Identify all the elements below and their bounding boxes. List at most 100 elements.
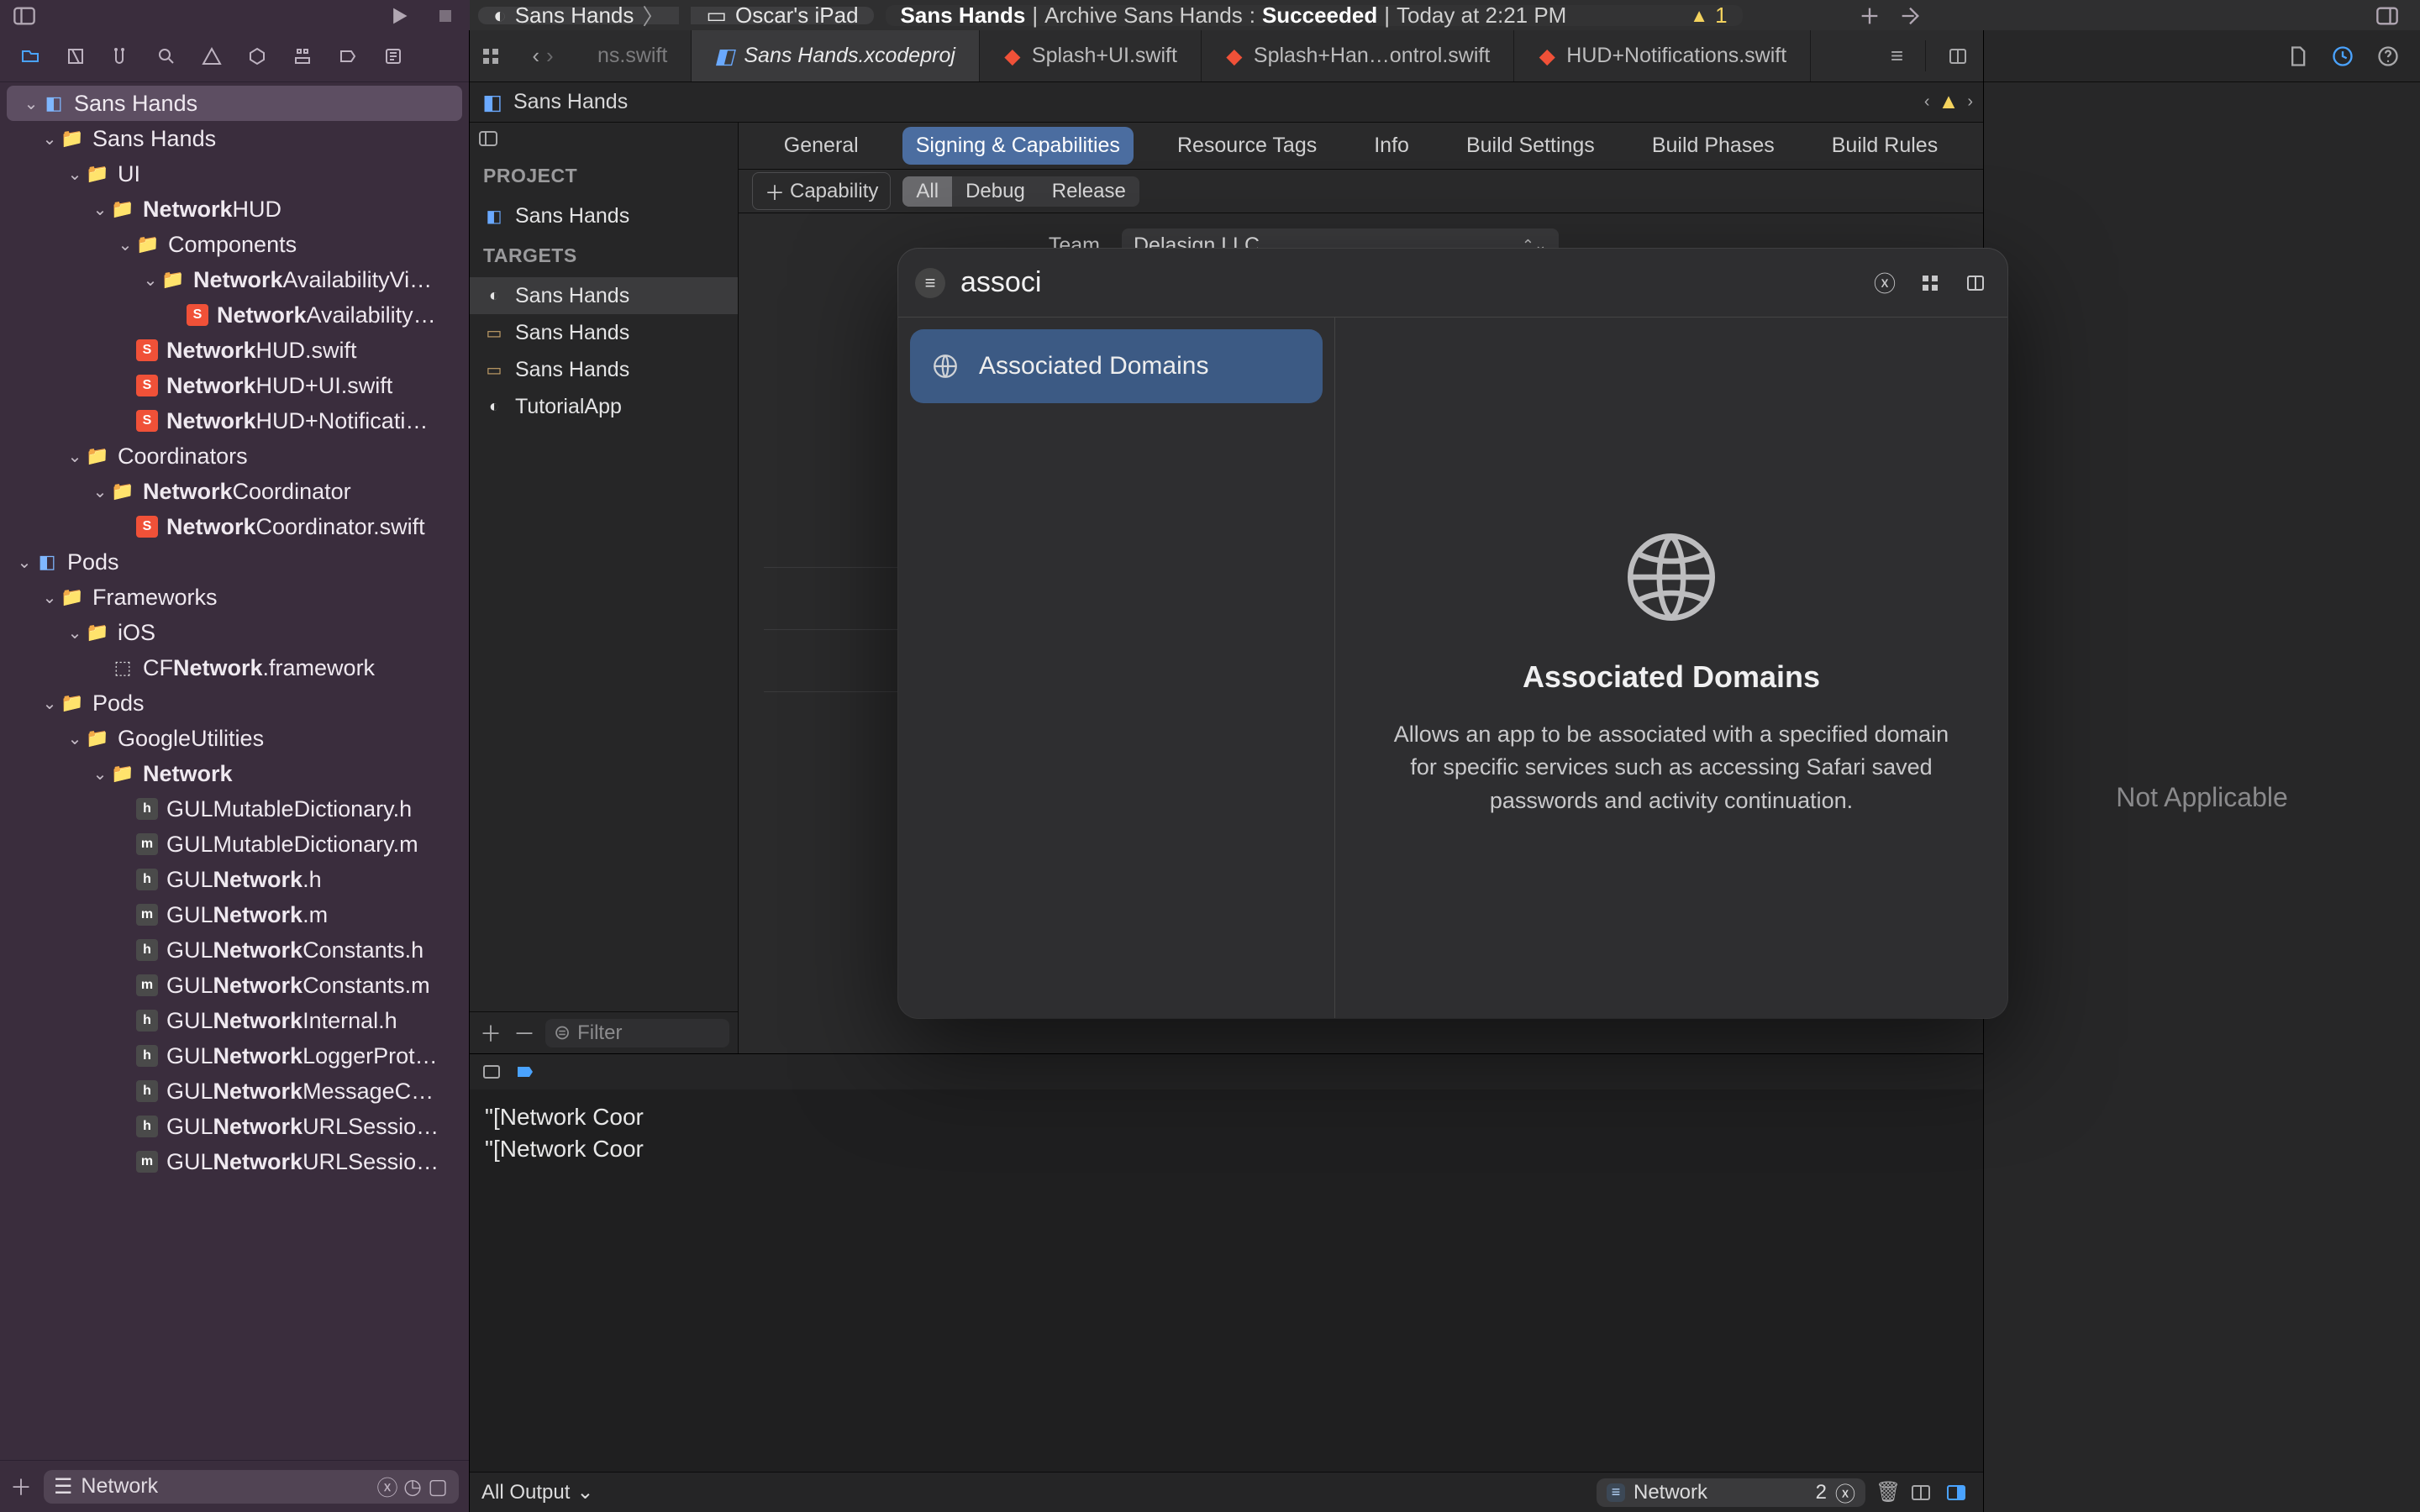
project-nav-icon[interactable] (17, 43, 44, 70)
show-console-icon[interactable] (1946, 1483, 1971, 1503)
popover-back-button[interactable]: ≡ (915, 268, 945, 298)
tree-item[interactable]: ·hGULNetworkURLSessio… (0, 1109, 469, 1144)
tree-item[interactable]: ·SNetworkCoordinator.swift (0, 509, 469, 544)
chevron-left-icon[interactable]: ‹ (1924, 92, 1930, 112)
tree-item[interactable]: ·hGULNetworkLoggerProt… (0, 1038, 469, 1074)
disclosure-icon[interactable]: ⌄ (64, 728, 86, 749)
tree-item[interactable]: ·SNetworkHUD+UI.swift (0, 368, 469, 403)
stop-button[interactable] (431, 2, 460, 30)
capability-search-input[interactable] (960, 266, 1854, 299)
tree-item[interactable]: ⌄📁NetworkAvailabilityVi… (0, 262, 469, 297)
file-tree[interactable]: ⌄◧Sans Hands ⌄📁Sans Hands ⌄📁UI ⌄📁Network… (0, 82, 469, 1460)
tree-item[interactable]: ·⬚CFNetwork.framework (0, 650, 469, 685)
disclosure-icon[interactable]: ⌄ (64, 446, 86, 467)
history-inspector-icon[interactable] (2331, 45, 2354, 68)
activity-status[interactable]: Sans Hands | Archive Sans Hands: Succeed… (886, 5, 1743, 26)
symbol-nav-icon[interactable] (108, 43, 134, 70)
editor-tab[interactable]: ◆HUD+Notifications.swift (1514, 30, 1811, 81)
tree-item[interactable]: ·SNetworkHUD.swift (0, 333, 469, 368)
trash-icon[interactable]: 🗑 (1876, 1480, 1901, 1504)
run-button[interactable] (384, 2, 413, 30)
tree-item[interactable]: ⌄📁GoogleUtilities (0, 721, 469, 756)
source-control-icon[interactable] (62, 43, 89, 70)
disclosure-icon[interactable]: ⌄ (139, 270, 161, 291)
editor-options-icon[interactable]: ≡ (1891, 43, 1903, 69)
disclosure-icon[interactable]: ⌄ (64, 164, 86, 185)
tree-item[interactable]: ·SNetworkAvailability… (0, 297, 469, 333)
tab-signing[interactable]: Signing & Capabilities (902, 127, 1134, 165)
toggle-navigator-icon[interactable] (10, 2, 39, 30)
tree-item[interactable]: ·hGULNetworkInternal.h (0, 1003, 469, 1038)
warning-icon[interactable]: ▲ (1939, 90, 1960, 114)
tree-item[interactable]: ⌄📁NetworkCoordinator (0, 474, 469, 509)
add-tab-button[interactable] (1855, 2, 1884, 30)
help-inspector-icon[interactable] (2376, 45, 2400, 68)
show-variables-icon[interactable] (1911, 1483, 1936, 1503)
tab-build-settings[interactable]: Build Settings (1453, 127, 1608, 165)
recent-filter-icon[interactable]: ◷ (402, 1476, 424, 1498)
back-button[interactable]: ‹ (532, 43, 539, 69)
tree-item[interactable]: ·mGULNetworkURLSessio… (0, 1144, 469, 1179)
disclosure-icon[interactable]: ⌄ (89, 764, 111, 785)
toggle-outline-icon[interactable] (470, 123, 738, 155)
clear-search-icon[interactable]: ⓧ (1870, 268, 1900, 298)
tree-item[interactable]: ⌄📁Frameworks (0, 580, 469, 615)
file-inspector-icon[interactable] (2286, 45, 2309, 68)
editor-tab[interactable]: ◆Splash+Han…ontrol.swift (1202, 30, 1514, 81)
remove-target-button[interactable]: － (512, 1017, 537, 1048)
chevron-right-icon[interactable]: › (1967, 92, 1973, 112)
disclosure-icon[interactable]: ⌄ (13, 552, 35, 573)
editor-tab[interactable]: ◧Sans Hands.xcodeproj (692, 30, 980, 81)
tree-item[interactable]: ⌄📁NetworkHUD (0, 192, 469, 227)
warning-icon[interactable]: ▲ (1690, 5, 1708, 27)
navigator-filter-input[interactable]: ☰ Network ⓧ ◷ ▢ (44, 1470, 459, 1504)
disclosure-icon[interactable]: ⌄ (39, 587, 60, 608)
disclosure-icon[interactable]: ⌄ (89, 481, 111, 502)
scm-filter-icon[interactable]: ▢ (427, 1476, 449, 1498)
test-nav-icon[interactable] (244, 43, 271, 70)
disclosure-icon[interactable]: ⌄ (89, 199, 111, 220)
find-nav-icon[interactable] (153, 43, 180, 70)
tab-general[interactable]: General (771, 127, 872, 165)
tree-root[interactable]: ⌄◧Sans Hands (7, 86, 462, 121)
tree-item[interactable]: ·mGULMutableDictionary.m (0, 827, 469, 862)
tree-item[interactable]: ⌄📁UI (0, 156, 469, 192)
outline-target-item[interactable]: ▭Sans Hands (470, 351, 738, 388)
breakpoint-nav-icon[interactable] (334, 43, 361, 70)
config-scope-segment[interactable]: AllDebugRelease (902, 176, 1139, 207)
add-capability-button[interactable]: ＋Capability (752, 172, 891, 210)
tree-item[interactable]: ·hGULMutableDictionary.h (0, 791, 469, 827)
disclosure-icon[interactable]: ⌄ (114, 234, 136, 255)
tab-build-rules[interactable]: Build Rules (1818, 127, 1951, 165)
tab-resource-tags[interactable]: Resource Tags (1164, 127, 1330, 165)
grid-view-icon[interactable] (1915, 268, 1945, 298)
capability-list-item[interactable]: Associated Domains (910, 329, 1323, 403)
tree-item[interactable]: ⌄📁Coordinators (0, 438, 469, 474)
report-nav-icon[interactable] (380, 43, 407, 70)
add-target-button[interactable]: ＋ (478, 1017, 503, 1048)
output-scope-select[interactable]: All Output⌄ (481, 1480, 594, 1504)
tab-build-phases[interactable]: Build Phases (1639, 127, 1788, 165)
clear-filter-icon[interactable]: ⓧ (1835, 1478, 1855, 1507)
console-filter-input[interactable]: ≡ Network 2 ⓧ (1597, 1478, 1865, 1507)
tab-info[interactable]: Info (1360, 127, 1423, 165)
forward-button[interactable]: › (546, 43, 554, 69)
outline-target-item[interactable]: ◐TutorialApp (470, 388, 738, 425)
clear-filter-icon[interactable]: ⓧ (376, 1476, 398, 1498)
tree-item[interactable]: ⌄📁Sans Hands (0, 121, 469, 156)
disclosure-icon[interactable]: ⌄ (20, 93, 42, 114)
scheme-selector[interactable]: ◐ Sans Hands 〉 (478, 7, 679, 24)
tree-item[interactable]: ·SNetworkHUD+Notificati… (0, 403, 469, 438)
tree-item[interactable]: ⌄📁Pods (0, 685, 469, 721)
console-output[interactable]: "[Network Coor "[Network Coor (470, 1089, 1983, 1472)
outline-target-item[interactable]: ▭Sans Hands (470, 314, 738, 351)
toggle-inspector-icon[interactable] (2373, 2, 2402, 30)
editor-tab[interactable]: ◆Splash+UI.swift (980, 30, 1202, 81)
issue-nav-icon[interactable] (198, 43, 225, 70)
outline-project-item[interactable]: ◧Sans Hands (470, 197, 738, 234)
list-view-icon[interactable] (1960, 268, 1991, 298)
disclosure-icon[interactable]: ⌄ (39, 129, 60, 150)
console-view-icon[interactable] (481, 1062, 502, 1082)
tree-item[interactable]: ·hGULNetwork.h (0, 862, 469, 897)
tree-item[interactable]: ⌄📁iOS (0, 615, 469, 650)
